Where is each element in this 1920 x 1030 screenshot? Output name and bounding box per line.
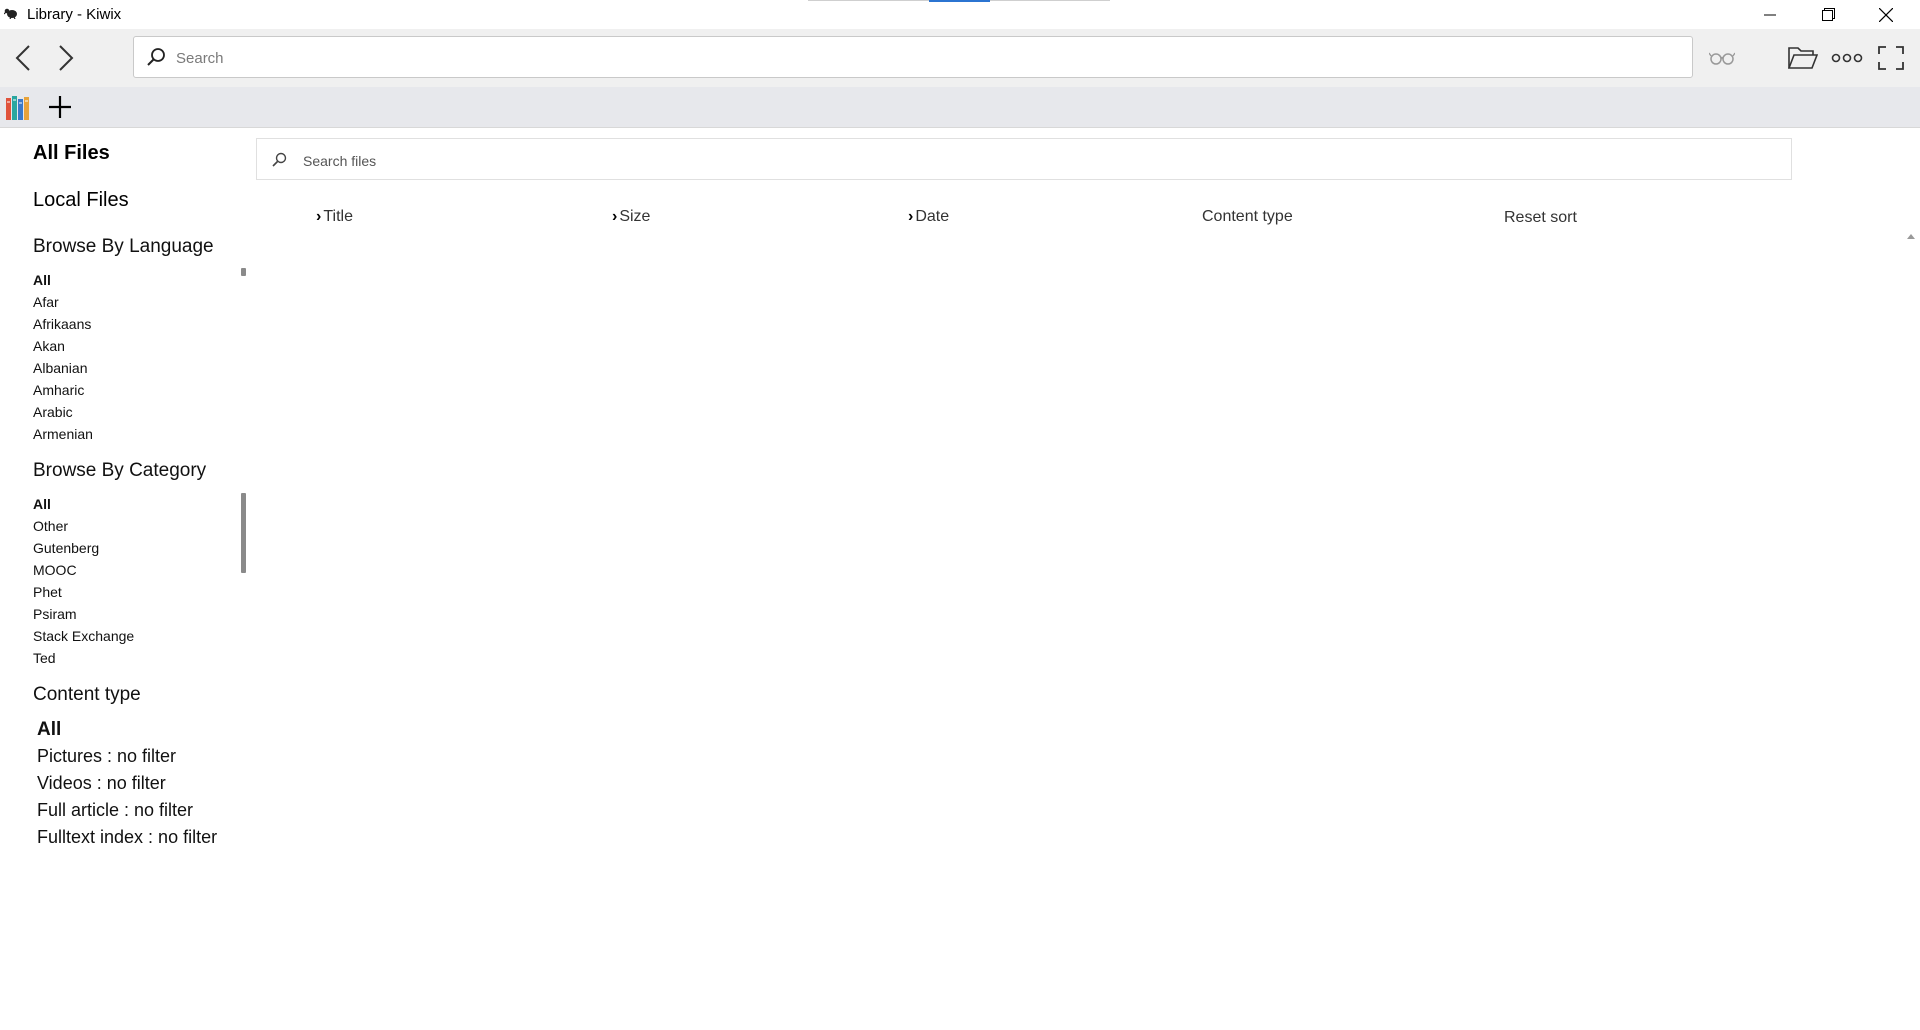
column-date-label: Date xyxy=(915,208,950,225)
category-item[interactable]: Psiram xyxy=(33,603,134,625)
reading-mode-button[interactable] xyxy=(1707,43,1737,73)
category-item[interactable]: Phet xyxy=(33,581,134,603)
content-type-heading: Content type xyxy=(33,684,141,705)
back-button[interactable] xyxy=(6,41,40,75)
sort-title-button[interactable]: › Title xyxy=(316,208,353,226)
chevron-right-icon: › xyxy=(316,208,322,225)
file-search-input[interactable] xyxy=(301,150,1745,172)
forward-button[interactable] xyxy=(49,41,83,75)
content-type-list: All Pictures : no filter Videos : no fil… xyxy=(37,716,217,851)
restore-icon xyxy=(1821,8,1835,21)
column-content-type-label: Content type xyxy=(1202,208,1293,225)
language-list-scrollbar[interactable] xyxy=(241,268,246,276)
category-item[interactable]: Ted xyxy=(33,647,134,669)
sort-content-type-button[interactable]: Content type xyxy=(1202,208,1293,226)
category-item[interactable]: Gutenberg xyxy=(33,537,134,559)
global-search-input[interactable] xyxy=(174,46,1658,70)
chevron-left-icon xyxy=(15,45,30,71)
restore-button[interactable] xyxy=(1799,0,1857,29)
sort-date-button[interactable]: › Date xyxy=(908,208,949,226)
minimize-icon xyxy=(1764,14,1776,15)
window-titlebar: Library - Kiwix xyxy=(0,0,1920,29)
library-books-icon[interactable] xyxy=(5,94,33,122)
file-search-box[interactable] xyxy=(256,138,1792,180)
fullscreen-button[interactable] xyxy=(1874,43,1908,73)
plus-icon xyxy=(49,96,71,118)
column-title-label: Title xyxy=(323,208,353,225)
local-files-link[interactable]: Local Files xyxy=(33,189,129,212)
close-button[interactable] xyxy=(1857,0,1915,29)
category-heading: Browse By Category xyxy=(33,460,207,481)
language-item[interactable]: Afar xyxy=(33,291,93,313)
sort-size-button[interactable]: › Size xyxy=(612,208,650,226)
minimize-button[interactable] xyxy=(1741,0,1799,29)
category-item-all[interactable]: All xyxy=(33,493,134,515)
content-type-item[interactable]: Fulltext index : no filter xyxy=(37,824,217,851)
all-files-link[interactable]: All Files xyxy=(33,142,110,165)
search-icon xyxy=(272,152,287,167)
content-type-item[interactable]: Full article : no filter xyxy=(37,797,217,824)
language-item[interactable]: Afrikaans xyxy=(33,313,93,335)
category-list: All Other Gutenberg MOOC Phet Psiram Sta… xyxy=(33,493,134,669)
category-item[interactable]: Other xyxy=(33,515,134,537)
search-icon xyxy=(147,48,165,66)
library-sidebar: All Files Local Files Browse By Language… xyxy=(0,128,250,1028)
chevron-right-icon xyxy=(59,45,74,71)
titlebar-indicator-active xyxy=(929,0,990,2)
language-list: All Afar Afrikaans Akan Albanian Amharic… xyxy=(33,269,93,445)
content-type-item-all[interactable]: All xyxy=(37,716,217,743)
more-dots-icon xyxy=(1831,53,1863,63)
category-item[interactable]: MOOC xyxy=(33,559,134,581)
scroll-up-icon[interactable] xyxy=(1906,232,1916,242)
language-item[interactable]: Akan xyxy=(33,335,93,357)
content-type-item[interactable]: Pictures : no filter xyxy=(37,743,217,770)
fullscreen-icon xyxy=(1878,46,1904,70)
language-item[interactable]: Amharic xyxy=(33,379,93,401)
global-search-box[interactable] xyxy=(133,36,1693,78)
new-tab-button[interactable] xyxy=(44,91,76,123)
language-item[interactable]: Albanian xyxy=(33,357,93,379)
language-heading: Browse By Language xyxy=(33,236,214,257)
reset-sort-label: Reset sort xyxy=(1504,209,1577,226)
close-icon xyxy=(1879,7,1893,22)
reading-glasses-icon xyxy=(1709,52,1735,65)
reset-sort-button[interactable]: Reset sort xyxy=(1504,209,1577,227)
chevron-right-icon: › xyxy=(908,208,914,225)
category-list-scrollbar[interactable] xyxy=(241,493,246,573)
folder-open-icon xyxy=(1788,47,1818,69)
column-size-label: Size xyxy=(619,208,651,225)
chevron-right-icon: › xyxy=(612,208,618,225)
language-item-all[interactable]: All xyxy=(33,269,93,291)
content-type-item[interactable]: Videos : no filter xyxy=(37,770,217,797)
kiwix-app-icon xyxy=(4,8,17,19)
main-toolbar xyxy=(0,29,1920,87)
language-item[interactable]: Armenian xyxy=(33,423,93,445)
language-item[interactable]: Arabic xyxy=(33,401,93,423)
more-menu-button[interactable] xyxy=(1830,43,1864,73)
open-file-button[interactable] xyxy=(1786,43,1820,73)
window-title: Library - Kiwix xyxy=(27,6,122,23)
category-item[interactable]: Stack Exchange xyxy=(33,625,134,647)
tab-bar xyxy=(0,87,1920,128)
